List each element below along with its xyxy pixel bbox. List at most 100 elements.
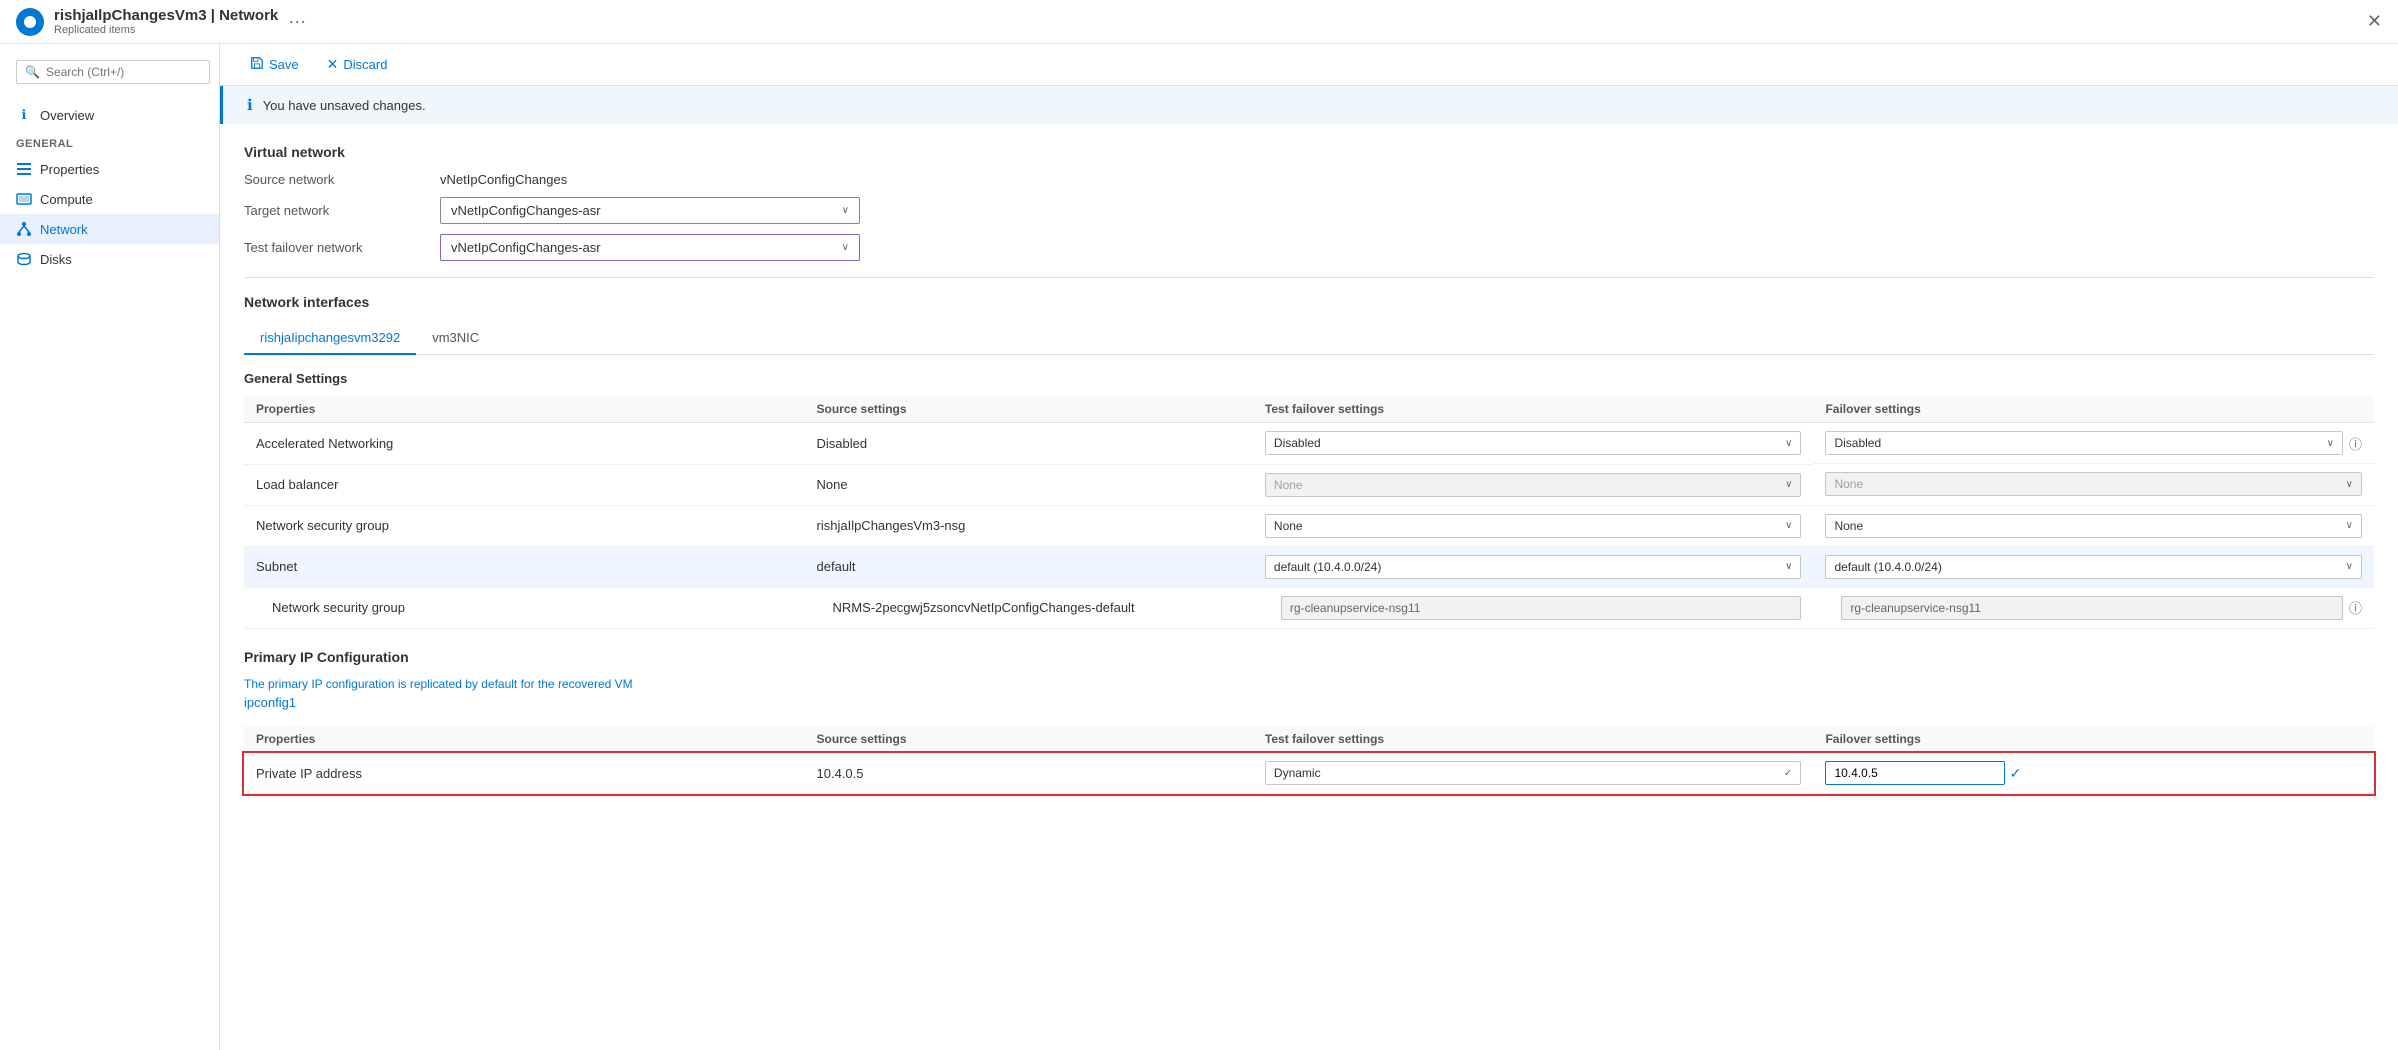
lb-property: Load balancer [244,464,805,505]
table-row: Subnet default default (10.4.0.0/24) ∨ [244,546,2374,587]
subnet-failover-dropdown[interactable]: default (10.4.0.0/24) ∨ [1825,555,2362,579]
chevron-down-icon: ∨ [1785,561,1792,572]
sidebar-item-compute[interactable]: Compute [0,184,219,214]
close-button[interactable]: ✕ [2367,11,2382,32]
network-icon [16,221,32,237]
primary-ip-title: Primary IP Configuration [244,649,2374,665]
top-bar: rishjaIlpChangesVm3 | Network Replicated… [0,0,2398,44]
lb-test-failover-dropdown[interactable]: None ∨ [1265,473,1802,497]
table-row: Accelerated Networking Disabled Disabled… [244,423,2374,465]
overview-label: Overview [40,108,94,123]
chevron-down-icon: ∨ [2346,561,2353,572]
private-ip-property: Private IP address [244,753,805,794]
search-input[interactable] [46,65,201,79]
sidebar-item-overview[interactable]: ℹ Overview [0,100,219,130]
divider-1 [244,277,2374,278]
overview-icon: ℹ [16,107,32,123]
page-subtitle: Replicated items [54,24,278,36]
private-ip-test-failover: Dynamic ✓ [1253,753,1814,794]
col-properties: Properties [244,396,805,423]
subnet-nsg-test-failover-dropdown[interactable]: rg-cleanupservice-nsg11 [1281,596,1802,620]
nsg-test-failover: None ∨ [1253,505,1814,546]
more-options-button[interactable]: ··· [288,11,306,32]
subnet-source: default [805,546,1253,587]
accel-net-test-failover: Disabled ∨ [1253,423,1814,465]
subnet-failover: default (10.4.0.0/24) ∨ [1813,546,2374,587]
private-ip-input[interactable] [1825,761,2005,785]
subnet-nsg-test-failover: rg-cleanupservice-nsg11 [1253,587,1814,629]
target-network-label: Target network [244,203,424,218]
col-test-failover: Test failover settings [1253,726,1814,753]
compute-icon [16,191,32,207]
disks-label: Disks [40,252,72,267]
content-body: Virtual network Source network vNetIpCon… [220,124,2398,814]
test-failover-network-dropdown[interactable]: vNetIpConfigChanges-asr ∨ [440,234,860,261]
chevron-down-icon: ∨ [1785,438,1792,449]
subnet-test-failover: default (10.4.0.0/24) ∨ [1253,546,1814,587]
subnet-nsg-source: NRMS-2pecgwj5zsoncvNetIpConfigChanges-de… [805,587,1253,629]
sidebar-search-container: 🔍 [16,60,210,84]
source-network-row: Source network vNetIpConfigChanges [244,172,2374,187]
lb-source: None [805,464,1253,505]
table-header-row: Properties Source settings Test failover… [244,396,2374,423]
lb-failover-dropdown[interactable]: None ∨ [1825,472,2362,496]
compute-label: Compute [40,192,93,207]
accel-net-failover: Disabled ∨ ⓘ [1813,423,2374,464]
test-failover-network-value: vNetIpConfigChanges-asr [451,240,601,255]
accel-net-failover-dropdown[interactable]: Disabled ∨ [1825,431,2343,455]
main-layout: 🔍 « ℹ Overview General Properties Comput… [0,44,2398,1050]
table-row: Network security group rishjaIlpChangesV… [244,505,2374,546]
search-icon: 🔍 [25,65,40,79]
info-icon: ⓘ [2349,434,2362,453]
sidebar-item-network[interactable]: Network [0,214,219,244]
top-bar-left: rishjaIlpChangesVm3 | Network Replicated… [16,7,306,36]
nsg-source: rishjaIlpChangesVm3-nsg [805,505,1253,546]
nsg-failover-dropdown[interactable]: None ∨ [1825,514,2362,538]
chevron-down-icon: ∨ [1785,479,1792,490]
table-row: Private IP address 10.4.0.5 Dynamic ✓ [244,753,2374,794]
accel-net-test-failover-dropdown[interactable]: Disabled ∨ [1265,431,1802,455]
unsaved-changes-banner: ℹ You have unsaved changes. [220,86,2398,124]
primary-ip-section: Primary IP Configuration The primary IP … [244,649,2374,794]
nsg-test-failover-dropdown[interactable]: None ∨ [1265,514,1802,538]
source-network-label: Source network [244,172,424,187]
primary-ip-note: The primary IP configuration is replicat… [244,677,2374,691]
save-button[interactable]: Save [244,52,305,77]
chevron-down-icon: ∨ [2327,438,2334,449]
info-icon: ℹ [247,96,253,114]
target-network-dropdown-value: vNetIpConfigChanges-asr [451,203,601,218]
chevron-down-icon: ∨ [2346,479,2353,490]
tab-nic1[interactable]: rishjaIipchangesvm3292 [244,322,416,355]
sidebar: 🔍 « ℹ Overview General Properties Comput… [0,44,220,1050]
chevron-down-icon: ∨ [1785,520,1792,531]
test-failover-network-label: Test failover network [244,240,424,255]
lb-test-failover: None ∨ [1253,464,1814,505]
ipconfig-link[interactable]: ipconfig1 [244,695,2374,710]
save-icon [250,56,264,73]
table-row: Network security group NRMS-2pecgwj5zson… [244,587,2374,629]
save-label: Save [269,57,299,72]
private-ip-test-failover-dropdown[interactable]: Dynamic ✓ [1265,761,1802,785]
col-test-failover: Test failover settings [1253,396,1814,423]
col-source: Source settings [805,396,1253,423]
discard-button[interactable]: ✕ Discard [321,52,394,77]
primary-ip-header-row: Properties Source settings Test failover… [244,726,2374,753]
sidebar-item-properties[interactable]: Properties [0,154,219,184]
tab-nic2[interactable]: vm3NIC [416,322,495,355]
network-interfaces-title: Network interfaces [244,294,2374,310]
check-icon: ✓ [2009,765,2021,782]
target-network-dropdown[interactable]: vNetIpConfigChanges-asr ∨ [440,197,860,224]
properties-label: Properties [40,162,99,177]
content-area: ℹ You have unsaved changes. Virtual netw… [220,86,2398,1050]
subnet-test-failover-dropdown[interactable]: default (10.4.0.0/24) ∨ [1265,555,1802,579]
nsg-property: Network security group [244,505,805,546]
table-row: Load balancer None None ∨ None [244,464,2374,505]
accel-net-source: Disabled [805,423,1253,465]
col-source: Source settings [805,726,1253,753]
subnet-property: Subnet [244,546,805,587]
sidebar-item-disks[interactable]: Disks [0,244,219,274]
chevron-down-icon: ∨ [2346,520,2353,531]
chevron-down-icon: ✓ [1784,768,1792,779]
source-network-value: vNetIpConfigChanges [440,172,567,187]
accel-net-property: Accelerated Networking [244,423,805,465]
